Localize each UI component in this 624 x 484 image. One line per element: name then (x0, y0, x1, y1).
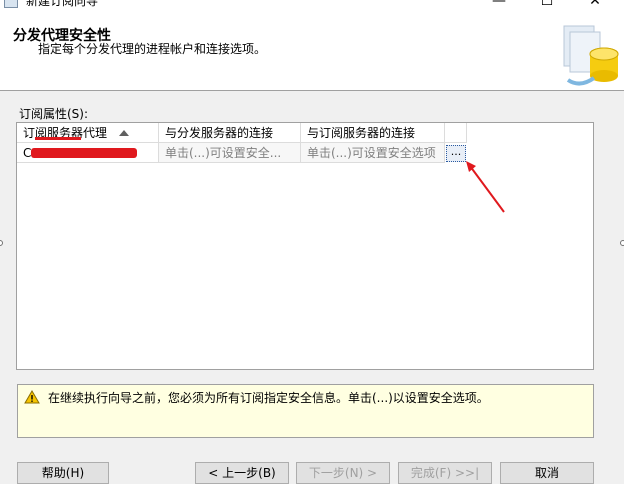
back-button[interactable]: < 上一步(B) (195, 462, 289, 484)
maximize-button[interactable]: ☐ (532, 0, 562, 10)
warning-icon (24, 390, 40, 404)
title-bar: 新建订阅向导 — ☐ ✕ (0, 0, 624, 14)
close-button[interactable]: ✕ (580, 0, 610, 10)
redaction-mark (31, 148, 137, 158)
column-header-distributor-connection[interactable]: 与分发服务器的连接 (159, 123, 301, 143)
table-row-subscriber-connection-cell[interactable]: 单击(...)可设置安全选项 (301, 143, 445, 163)
cancel-button[interactable]: 取消 (500, 462, 594, 484)
minimize-button[interactable]: — (484, 0, 514, 10)
sort-ascending-icon (119, 130, 129, 136)
page-subtitle: 指定每个分发代理的进程帐户和连接选项。 (38, 42, 267, 56)
column-header-subscriber-connection[interactable]: 与订阅服务器的连接 (301, 123, 445, 143)
annotation-arrow (466, 161, 505, 213)
help-button[interactable]: 帮助(H) (17, 462, 109, 484)
wizard-app-icon (4, 0, 18, 8)
info-message: 在继续执行向导之前，您必须为所有订阅指定安全信息。单击(...)以设置安全选项。 (48, 391, 489, 405)
header-underline-mark (35, 137, 81, 140)
next-button[interactable]: 下一步(N) > (296, 462, 390, 484)
right-edge-handle (620, 240, 624, 246)
wizard-header: 分发代理安全性 指定每个分发代理的进程帐户和连接选项。 (0, 14, 624, 91)
table-row-distributor-connection-cell[interactable]: 单击(...)可设置安全... (159, 143, 301, 163)
column-header-button (445, 123, 467, 143)
left-edge-handle (0, 240, 3, 246)
subscription-properties-label: 订阅属性(S): (19, 107, 89, 121)
window-title: 新建订阅向导 (26, 0, 99, 8)
column-header-subscriber-agent[interactable]: 订阅服务器代理 (17, 123, 159, 143)
finish-button[interactable]: 完成(F) >>| (398, 462, 492, 484)
info-message-box: 在继续执行向导之前，您必须为所有订阅指定安全信息。单击(...)以设置安全选项。 (17, 384, 594, 438)
database-wizard-icon (563, 25, 619, 86)
